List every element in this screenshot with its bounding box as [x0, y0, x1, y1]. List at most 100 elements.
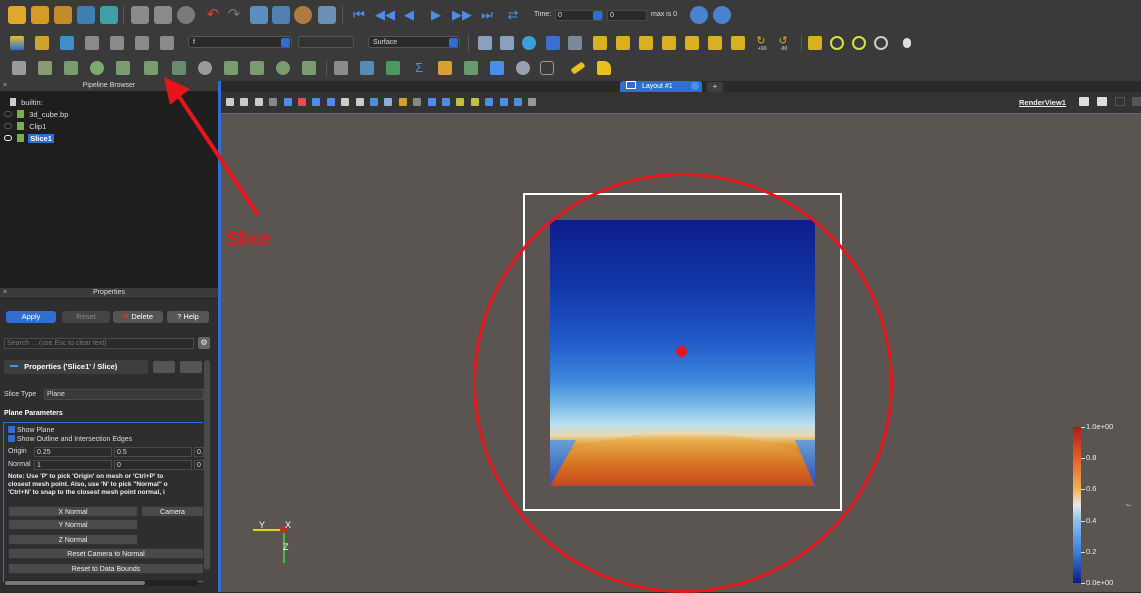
clear-selection-icon[interactable] [427, 98, 436, 106]
delete-icon[interactable] [528, 98, 537, 106]
split-horizontal-icon[interactable] [1079, 97, 1089, 106]
hide-selected-icon[interactable] [485, 98, 494, 106]
history-icon[interactable] [177, 6, 195, 24]
paste-params-icon[interactable] [180, 361, 202, 373]
redo-icon[interactable]: ↷ [225, 6, 243, 24]
hover-points-icon[interactable] [370, 98, 378, 106]
programmable-filter-icon[interactable] [540, 61, 554, 75]
show-outline-checkbox[interactable]: Show Outline and Intersection Edges [8, 435, 132, 443]
warp-icon[interactable] [250, 61, 264, 75]
glyph-icon[interactable] [198, 61, 212, 75]
reset-camera-icon[interactable] [478, 36, 492, 50]
time-dropdown-icon[interactable] [593, 11, 602, 20]
representation-select[interactable]: Surface [368, 36, 460, 48]
guide-book-icon[interactable] [154, 6, 172, 24]
advanced-gear-icon[interactable]: ⚙ [198, 337, 210, 349]
isometric-view-icon[interactable] [731, 36, 745, 50]
camera-link-icon[interactable] [874, 36, 888, 50]
view-minus-z-icon[interactable] [708, 36, 722, 50]
apply-button[interactable]: Apply [6, 311, 56, 323]
layout-tab[interactable]: Layout #1 [620, 81, 702, 92]
render-view-label[interactable]: RenderView1 [1019, 98, 1066, 107]
view-plus-x-icon[interactable] [593, 36, 607, 50]
threshold-icon[interactable] [116, 61, 130, 75]
reset-button[interactable]: Reset [62, 311, 110, 323]
delete-button[interactable]: ✖ Delete [113, 311, 163, 323]
view-plus-y-icon[interactable] [639, 36, 653, 50]
add-layout-tab[interactable]: + [707, 82, 723, 92]
play-icon[interactable]: ▶ [427, 6, 445, 24]
rescale-temporal-icon[interactable] [135, 36, 149, 50]
open-folder-icon[interactable] [31, 6, 49, 24]
palette-icon[interactable] [294, 6, 312, 24]
rescale-visible-icon[interactable] [110, 36, 124, 50]
render-view[interactable]: Y X Z 1.0e+00 0.8 0.6 0.4 0.2 0.0e+00 f [221, 114, 1141, 593]
rescale-custom-icon[interactable] [85, 36, 99, 50]
pipeline-item-3d-cube[interactable]: 3d_cube.bp [4, 109, 68, 120]
probe-icon[interactable] [438, 61, 452, 75]
normal-x-input[interactable]: 1 [34, 460, 112, 470]
slice-type-select[interactable]: Plane [44, 389, 204, 400]
plot-over-line-icon[interactable] [334, 61, 348, 75]
help-button[interactable]: ? Help [167, 311, 209, 323]
toggle-annotation-icon[interactable] [514, 98, 522, 106]
horizontal-scrollbar[interactable] [4, 580, 198, 586]
normal-y-input[interactable]: 0 [114, 460, 192, 470]
color-legend-icon[interactable] [10, 36, 24, 50]
camera-redo-icon[interactable] [852, 36, 866, 50]
find-data-icon[interactable] [442, 98, 450, 106]
close-view-icon[interactable] [1132, 97, 1141, 106]
color-legend[interactable]: 1.0e+00 0.8 0.6 0.4 0.2 0.0e+00 f [1073, 422, 1141, 587]
plot-data-icon[interactable] [360, 61, 374, 75]
zoom-data-icon[interactable] [690, 6, 708, 24]
light-kit-icon[interactable] [903, 38, 911, 48]
view-minus-y-icon[interactable] [662, 36, 676, 50]
load-state-icon[interactable] [272, 6, 290, 24]
shrink-selection-icon[interactable] [413, 98, 422, 106]
zoom-box-icon[interactable] [546, 36, 560, 50]
reset-range-icon[interactable] [60, 36, 74, 50]
save-state-icon[interactable] [250, 6, 268, 24]
properties-section-header[interactable]: Properties ('Slice1' / Slice) [4, 360, 148, 374]
last-frame-icon[interactable]: ⏭ [478, 6, 496, 24]
properties-scrollbar[interactable] [204, 360, 210, 570]
close-panel-icon[interactable]: × [3, 289, 7, 296]
origin-y-input[interactable]: 0.5 [114, 447, 192, 457]
horizontal-scrollbar-thumb[interactable] [5, 581, 145, 585]
zoom-to-data-icon[interactable] [522, 36, 536, 50]
histogram-icon[interactable] [386, 61, 400, 75]
loop-icon[interactable]: ⇄ [504, 6, 522, 24]
properties-search-input[interactable]: Search ... (use Esc to clear text) [4, 338, 194, 349]
select-polygon-icon[interactable] [355, 98, 364, 106]
y-normal-button[interactable]: Y Normal [8, 519, 138, 530]
pipeline-item-clip1[interactable]: Clip1 [4, 121, 46, 132]
grow-selection-icon[interactable] [398, 98, 407, 106]
visibility-eye-off-icon[interactable] [4, 123, 12, 129]
reset-closest-icon[interactable] [500, 36, 514, 50]
sum-icon[interactable]: Σ [412, 61, 426, 75]
show-all-icon[interactable] [499, 98, 508, 106]
first-frame-icon[interactable]: ⏮ [350, 6, 368, 24]
color-by-select[interactable]: f [188, 36, 292, 48]
hover-cells-icon[interactable] [384, 98, 393, 106]
zoom-closest-icon[interactable] [713, 6, 731, 24]
select-points-icon[interactable] [298, 98, 306, 106]
time-value-field[interactable]: 0 [555, 10, 603, 21]
normal-z-input[interactable]: 0 [194, 460, 204, 470]
time-index-spinbox[interactable]: 0 [607, 10, 647, 21]
reset-camera-to-normal-button[interactable]: Reset Camera to Normal [8, 548, 204, 559]
pipeline-item-slice1[interactable]: Slice1 [4, 133, 54, 144]
show-plane-checkbox[interactable]: Show Plane [8, 426, 54, 434]
save-data-icon[interactable] [54, 6, 72, 24]
pipeline-item-builtin[interactable]: builtin: [10, 97, 43, 108]
disconnect-icon[interactable] [100, 6, 118, 24]
split-vertical-icon[interactable] [1097, 97, 1107, 106]
stream-tracer-icon[interactable] [224, 61, 238, 75]
visibility-eye-on-icon[interactable] [4, 135, 12, 141]
view-minus-x-icon[interactable] [616, 36, 630, 50]
python-calculator-icon[interactable] [464, 61, 478, 75]
macro-icon[interactable] [318, 6, 336, 24]
extract-level-icon[interactable] [302, 61, 316, 75]
slice-filter-icon[interactable] [144, 61, 158, 75]
camera-orientation-icon[interactable] [808, 36, 822, 50]
